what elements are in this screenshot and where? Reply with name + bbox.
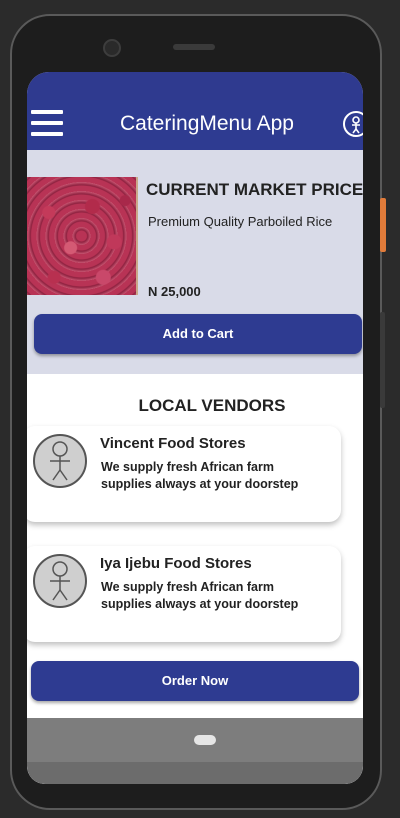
vendor-description: We supply fresh African farm supplies al… [101, 460, 299, 491]
volume-button [380, 312, 385, 408]
person-icon [33, 554, 87, 608]
product-description: Premium Quality Parboiled Rice [148, 214, 333, 229]
product-price: N 25,000 [148, 284, 201, 299]
vendor-card[interactable]: Iya Ijebu Food Stores We supply fresh Af… [27, 546, 341, 642]
price-heading: CURRENT MARKET PRICE [146, 180, 363, 199]
hamburger-menu-icon[interactable] [31, 110, 63, 136]
status-bar [27, 72, 363, 100]
app-screen: CateringMenu App CURRENT MARKET PRICE Pr… [27, 72, 363, 784]
product-section: CURRENT MARKET PRICE Premium Quality Par… [27, 150, 363, 376]
front-camera-icon [103, 39, 121, 57]
home-button-icon[interactable] [194, 735, 216, 745]
power-button [380, 198, 386, 252]
vendor-card[interactable]: Vincent Food Stores We supply fresh Afri… [27, 426, 341, 522]
product-image [27, 177, 138, 295]
vendors-title: LOCAL VENDORS [138, 396, 286, 415]
system-navigation-bar [27, 718, 363, 762]
app-title: CateringMenu App [120, 112, 294, 135]
app-bar: CateringMenu App [27, 100, 363, 150]
person-icon[interactable] [343, 111, 363, 137]
vendor-name: Vincent Food Stores [100, 435, 246, 452]
earpiece-speaker [173, 44, 215, 50]
vendor-description: We supply fresh African farm supplies al… [101, 580, 299, 611]
bottom-bezel [27, 762, 363, 784]
vendor-name: Iya Ijebu Food Stores [100, 555, 252, 572]
add-to-cart-button[interactable]: Add to Cart [34, 314, 362, 354]
order-now-button[interactable]: Order Now [31, 661, 359, 701]
person-icon [33, 434, 87, 488]
